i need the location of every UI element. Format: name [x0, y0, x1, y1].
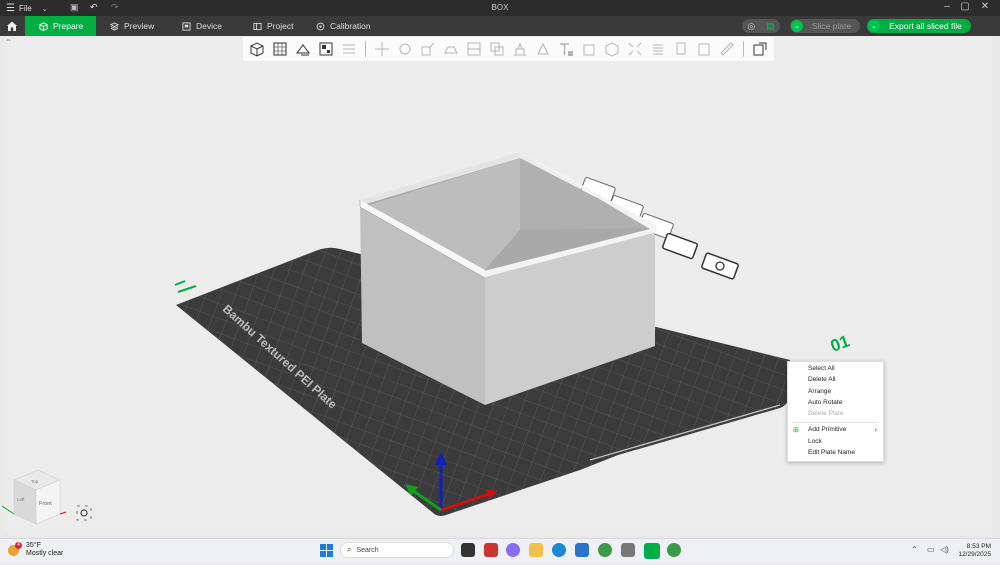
- search-placeholder: Search: [356, 546, 379, 554]
- view-cube[interactable]: Top Left Front: [1, 469, 67, 525]
- plate-number: 01: [828, 331, 852, 355]
- network-icon[interactable]: ▭: [927, 545, 935, 554]
- lay-on-face-icon[interactable]: [441, 39, 461, 59]
- view-cube-left[interactable]: Left: [17, 497, 25, 502]
- clock[interactable]: 8:53 PM 12/29/2025: [958, 543, 991, 559]
- toolbar-separator: [743, 41, 744, 57]
- move-icon[interactable]: [372, 39, 392, 59]
- search-icon: ⌕: [347, 545, 352, 554]
- toolbar-separator: [365, 41, 366, 57]
- bambu-studio-icon[interactable]: [644, 543, 660, 559]
- add-primitive-icon: ⊞: [793, 427, 799, 434]
- add-plate-icon[interactable]: [270, 39, 290, 59]
- text-emboss-icon[interactable]: [556, 39, 576, 59]
- cut-icon[interactable]: [464, 39, 484, 59]
- scale-icon[interactable]: [418, 39, 438, 59]
- context-menu: Select All Delete All Arrange Auto Rotat…: [787, 361, 884, 462]
- menu-item-delete-all[interactable]: Delete All: [808, 375, 835, 385]
- fit-icon[interactable]: [625, 39, 645, 59]
- chrome-icon[interactable]: [598, 543, 612, 557]
- menu-item-delete-plate: Delete Plate: [808, 410, 844, 417]
- weather-desc: Mostly clear: [26, 550, 64, 557]
- menu-separator: [793, 422, 878, 423]
- task-view-icon[interactable]: [461, 543, 475, 557]
- chevron-right-icon: ›: [874, 425, 877, 434]
- add-part-icon[interactable]: [247, 39, 267, 59]
- edge-icon[interactable]: [552, 543, 566, 557]
- mesh-boolean-icon[interactable]: [487, 39, 507, 59]
- clock-time: 8:53 PM: [966, 543, 991, 550]
- split-icon[interactable]: [339, 39, 359, 59]
- support-paint-icon[interactable]: [510, 39, 530, 59]
- file-explorer-icon[interactable]: [529, 543, 543, 557]
- menu-item-add-primitive[interactable]: Add Primitive: [808, 425, 846, 435]
- start-button[interactable]: [320, 544, 333, 557]
- chrome-profile-icon[interactable]: [667, 543, 681, 557]
- menu-item-select-all[interactable]: Select All: [808, 364, 835, 374]
- menu-item-lock[interactable]: Lock: [808, 437, 822, 447]
- weather-badge: 4: [15, 542, 23, 549]
- fit-view-icon[interactable]: [76, 505, 92, 521]
- menu-item-edit-plate-name[interactable]: Edit Plate Name: [808, 448, 855, 458]
- windows-icon: [320, 544, 326, 550]
- ruler-icon[interactable]: [717, 39, 737, 59]
- paste-icon[interactable]: [694, 39, 714, 59]
- assembly-icon[interactable]: [602, 39, 622, 59]
- chevron-up-icon[interactable]: ⌃: [911, 545, 918, 554]
- volume-icon[interactable]: ◁): [940, 545, 949, 554]
- lock-plate-icon[interactable]: [662, 232, 698, 260]
- rotate-icon[interactable]: [395, 39, 415, 59]
- view-cube-top[interactable]: Top: [31, 479, 39, 484]
- taskbar: 4 35°F Mostly clear ⌕ Search ⌃ ▭ ◁) 8:53…: [0, 538, 1000, 563]
- store-icon[interactable]: [575, 543, 589, 557]
- taskbar-search[interactable]: ⌕ Search: [340, 542, 454, 558]
- object-toolbar: [243, 37, 774, 61]
- calculator-icon[interactable]: [621, 543, 635, 557]
- plate-edit-marker-icon: [174, 280, 197, 293]
- variable-layer-icon[interactable]: [648, 39, 668, 59]
- snipping-tool-icon[interactable]: [484, 543, 498, 557]
- copilot-icon[interactable]: [506, 543, 520, 557]
- menu-item-arrange[interactable]: Arrange: [808, 387, 831, 397]
- scene-canvas[interactable]: Bambu Textured PEI Plate 01 Top Left Fro…: [0, 0, 1000, 565]
- plate-settings-icon[interactable]: [701, 252, 739, 280]
- assembly-view-icon[interactable]: [750, 39, 770, 59]
- weather-temp: 35°F: [26, 542, 41, 549]
- seam-paint-icon[interactable]: [533, 39, 553, 59]
- menu-item-auto-rotate[interactable]: Auto Rotate: [808, 398, 842, 408]
- view-cube-front[interactable]: Front: [39, 501, 52, 507]
- clock-date: 12/29/2025: [958, 551, 991, 558]
- arrange-icon[interactable]: [316, 39, 336, 59]
- measure-icon[interactable]: [579, 39, 599, 59]
- weather-widget[interactable]: 4 35°F Mostly clear: [8, 542, 63, 558]
- copy-icon[interactable]: [671, 39, 691, 59]
- orient-icon[interactable]: [293, 39, 313, 59]
